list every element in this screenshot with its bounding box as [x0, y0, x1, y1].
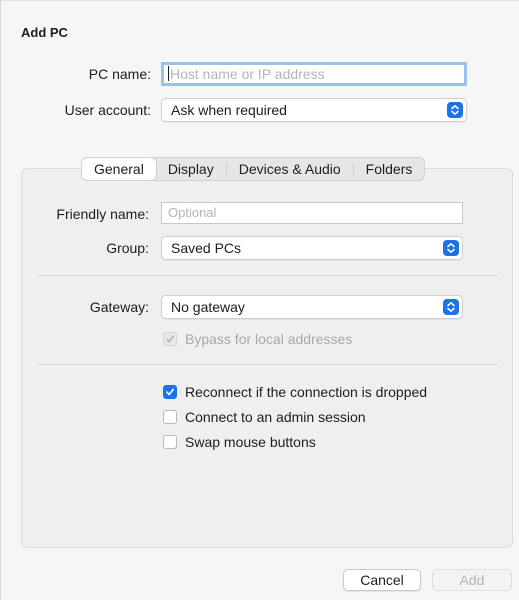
add-button[interactable]: Add [432, 569, 512, 591]
friendly-name-field[interactable]: Optional [161, 202, 463, 224]
bypass-local-label: Bypass for local addresses [185, 331, 353, 347]
admin-session-checkbox[interactable] [163, 410, 177, 424]
admin-session-label[interactable]: Connect to an admin session [185, 409, 366, 425]
general-tab-panel [21, 168, 513, 548]
admin-session-row[interactable]: Connect to an admin session [163, 409, 366, 425]
text-caret [168, 66, 169, 81]
group-value: Saved PCs [171, 240, 242, 256]
user-account-value: Ask when required [171, 102, 287, 118]
group-label: Group: [106, 240, 149, 256]
pc-name-field[interactable]: Host name or IP address [161, 62, 467, 86]
reconnect-checkbox[interactable] [163, 385, 177, 399]
gateway-label: Gateway: [89, 299, 149, 315]
gateway-value: No gateway [171, 299, 245, 315]
popup-chevron-icon [447, 102, 463, 118]
tab-display[interactable]: Display [156, 158, 226, 180]
popup-chevron-icon [443, 299, 459, 315]
add-pc-dialog: Add PC PC name: Host name or IP address … [0, 0, 519, 600]
swap-mouse-checkbox[interactable] [163, 435, 177, 449]
reconnect-row[interactable]: Reconnect if the connection is dropped [163, 384, 427, 400]
gateway-popup[interactable]: No gateway [161, 295, 463, 319]
group-popup[interactable]: Saved PCs [161, 236, 463, 260]
bypass-local-row: Bypass for local addresses [163, 331, 352, 347]
bypass-local-checkbox [163, 332, 177, 346]
swap-mouse-label[interactable]: Swap mouse buttons [185, 434, 316, 450]
cancel-button[interactable]: Cancel [343, 569, 421, 591]
user-account-popup[interactable]: Ask when required [161, 98, 467, 122]
tab-folders[interactable]: Folders [354, 158, 425, 180]
section-divider [37, 364, 497, 365]
swap-mouse-row[interactable]: Swap mouse buttons [163, 434, 316, 450]
pc-name-label: PC name: [88, 66, 151, 82]
user-account-label: User account: [64, 102, 151, 118]
tab-bar: General Display Devices & Audio Folders [81, 157, 426, 181]
dialog-title: Add PC [21, 25, 68, 40]
reconnect-label[interactable]: Reconnect if the connection is dropped [185, 384, 427, 400]
pc-name-placeholder: Host name or IP address [170, 66, 325, 82]
popup-chevron-icon [443, 240, 459, 256]
section-divider [37, 275, 497, 276]
tab-devices-audio[interactable]: Devices & Audio [227, 158, 353, 180]
friendly-name-label: Friendly name: [56, 206, 149, 222]
tab-general[interactable]: General [82, 158, 156, 180]
